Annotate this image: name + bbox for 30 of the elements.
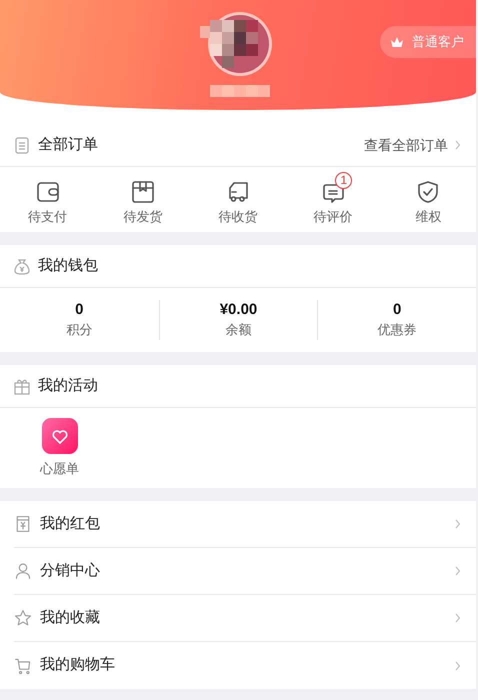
document-icon: [14, 136, 30, 154]
order-status-button[interactable]: 待支付: [0, 172, 96, 227]
order-status-button[interactable]: 待收货: [190, 172, 286, 227]
view-all-orders-link[interactable]: 查看全部订单: [364, 134, 448, 156]
section-title: 我的钱包: [38, 256, 99, 276]
wallet-stat[interactable]: 0 积分: [0, 300, 159, 340]
order-status-button[interactable]: 待发货: [95, 172, 190, 227]
menu-item[interactable]: 我的购物车: [14, 642, 476, 689]
crown-icon: [390, 36, 404, 48]
money-bag-icon: [14, 258, 30, 274]
menu-item[interactable]: 我的收藏: [14, 595, 476, 642]
wallet-stat[interactable]: 0 优惠券: [317, 300, 476, 340]
shield-check-icon: [416, 180, 440, 204]
star-icon: [14, 609, 32, 627]
order-status-button[interactable]: 1 待评价: [286, 172, 381, 227]
order-status-button[interactable]: 维权: [380, 172, 476, 227]
count-badge: 1: [335, 172, 352, 190]
section-title: 全部订单: [38, 134, 99, 155]
wallet-icon: [36, 180, 60, 204]
envelope-icon: [14, 515, 32, 533]
box-icon: [130, 180, 155, 204]
wallet-stat[interactable]: ¥0.00 余额: [158, 300, 318, 340]
section-title: 我的活动: [38, 376, 99, 396]
gift-icon: [14, 378, 30, 394]
menu-item[interactable]: 分销中心: [14, 548, 476, 595]
person-icon: [14, 562, 32, 580]
wishlist-button[interactable]: 心愿单: [40, 418, 79, 488]
cart-icon: [14, 656, 32, 674]
menu-item[interactable]: 我的红包: [14, 501, 476, 548]
blurred-name: [210, 85, 270, 97]
